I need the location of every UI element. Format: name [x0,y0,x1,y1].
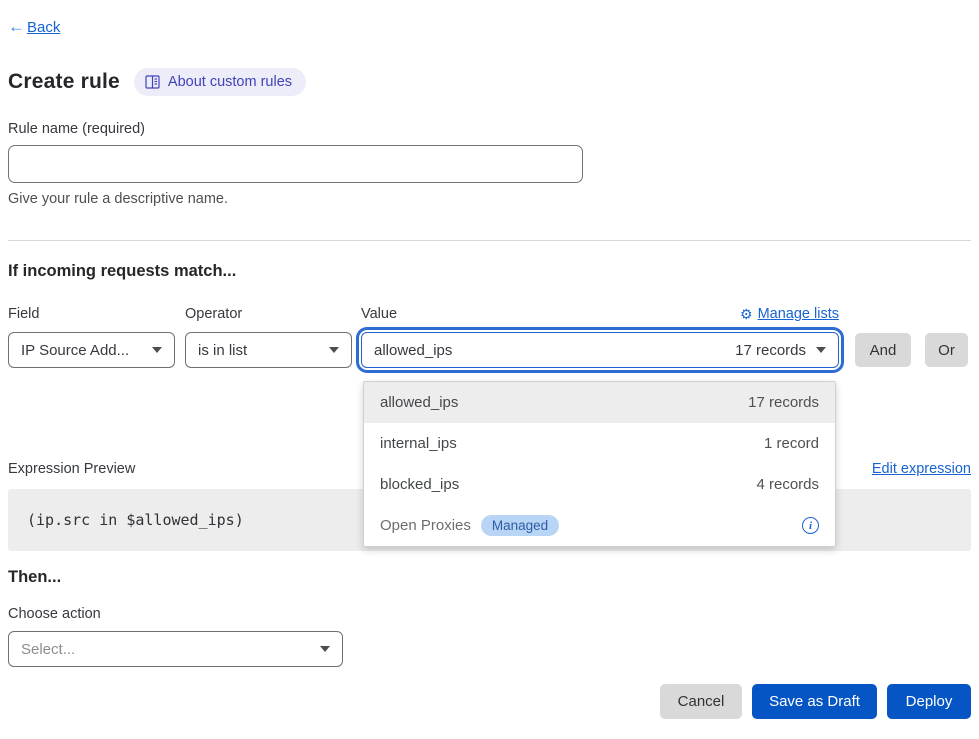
and-button[interactable]: And [855,333,911,367]
value-select[interactable]: allowed_ips 17 records [361,332,839,368]
field-select-value: IP Source Add... [21,342,129,359]
book-icon [145,75,160,89]
expression-code: (ip.src in $allowed_ips) [27,511,244,529]
option-record-count: 1 record [764,435,819,452]
rule-name-label: Rule name (required) [8,121,971,137]
operator-select-value: is in list [198,342,247,359]
manage-lists-link[interactable]: ⚙ Manage lists [740,306,839,323]
back-row: ← Back [8,0,971,37]
condition-row: Field IP Source Add... Operator is in li… [8,304,971,368]
field-column: Field IP Source Add... [8,304,175,368]
operator-column: Operator is in list [185,304,352,368]
rule-name-input[interactable] [8,145,583,183]
then-section-heading: Then... [8,568,971,587]
gear-icon: ⚙ [740,306,753,323]
dropdown-option-open-proxies[interactable]: Open Proxies Managed i [364,505,835,546]
page-title: Create rule [8,70,120,94]
chevron-down-icon [816,347,826,353]
expression-preview-label: Expression Preview [8,461,135,477]
about-custom-rules-link[interactable]: About custom rules [134,68,306,96]
operator-select[interactable]: is in list [185,332,352,368]
option-name: internal_ips [380,435,457,452]
about-badge-label: About custom rules [168,74,292,90]
choose-action-label: Choose action [8,606,971,622]
cancel-button[interactable]: Cancel [660,684,742,719]
action-select-placeholder: Select... [21,641,75,658]
back-link[interactable]: ← Back [8,17,60,37]
deploy-button[interactable]: Deploy [887,684,971,719]
option-name: allowed_ips [380,394,458,411]
section-divider [8,240,971,241]
back-label: Back [27,19,60,36]
footer-actions: Cancel Save as Draft Deploy [660,684,971,719]
action-select[interactable]: Select... [8,631,343,667]
or-button[interactable]: Or [925,333,968,367]
back-arrow-icon: ← [8,17,25,37]
info-icon[interactable]: i [802,517,819,534]
edit-expression-link[interactable]: Edit expression [872,461,971,477]
list-dropdown-panel: allowed_ips 17 records internal_ips 1 re… [363,381,836,547]
save-as-draft-button[interactable]: Save as Draft [752,684,877,719]
chevron-down-icon [152,347,162,353]
chevron-down-icon [320,646,330,652]
value-select-value: allowed_ips [374,342,452,359]
match-section-heading: If incoming requests match... [8,262,971,281]
value-label: Value [361,306,397,322]
andor-buttons: And Or [855,333,968,367]
value-column: Value ⚙ Manage lists allowed_ips 17 reco… [361,304,839,368]
title-row: Create rule About custom rules [8,68,971,96]
value-select-meta: 17 records [735,342,806,359]
managed-badge: Managed [481,515,559,536]
option-name: Open Proxies [380,517,471,534]
dropdown-option-blocked-ips[interactable]: blocked_ips 4 records [364,464,835,505]
option-record-count: 17 records [748,394,819,411]
manage-lists-label: Manage lists [758,306,839,322]
operator-label: Operator [185,306,242,322]
rule-name-helper: Give your rule a descriptive name. [8,191,971,207]
dropdown-option-allowed-ips[interactable]: allowed_ips 17 records [364,382,835,423]
field-select[interactable]: IP Source Add... [8,332,175,368]
field-label: Field [8,306,39,322]
option-name: blocked_ips [380,476,459,493]
option-record-count: 4 records [756,476,819,493]
chevron-down-icon [329,347,339,353]
create-rule-page: ← Back Create rule About custom rules Ru… [0,0,979,739]
dropdown-option-internal-ips[interactable]: internal_ips 1 record [364,423,835,464]
